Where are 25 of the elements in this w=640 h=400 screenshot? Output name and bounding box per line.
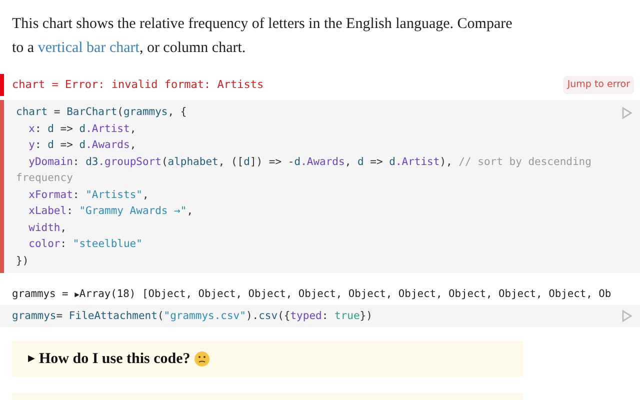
- code-line: x: d => d.Artist,: [28, 122, 136, 136]
- code-line: xLabel: "Grammy Awards →",: [28, 204, 194, 219]
- text-link[interactable]: vertical bar chart: [38, 40, 140, 56]
- code-line: chart = BarChart(grammys, {: [16, 105, 187, 120]
- code-cell[interactable]: grammys= FileAttachment("grammys.csv").csv({typed: true}): [0, 305, 640, 327]
- run-icon[interactable]: [622, 310, 632, 322]
- code-line: frequency: [16, 171, 73, 186]
- run-icon[interactable]: [622, 107, 632, 119]
- expand-toggle[interactable]: ▶: [74, 289, 80, 301]
- code-cell[interactable]: [0, 100, 640, 273]
- details-box[interactable]: ▶ How do I use this code?: [12, 341, 523, 377]
- code-line: y: d => d.Awards,: [28, 138, 136, 153]
- details-summary[interactable]: How do I use this code?: [39, 348, 190, 370]
- output-value: Array(18) [Object, Object, Object, Object, Object, Object, Object, Object, Object, Ob: [79, 287, 612, 302]
- disclosure-triangle[interactable]: ▶: [28, 352, 35, 366]
- code-line: yDomain: d3.groupSort(alphabet, ([d]) => -d.Awards, d => d.Artist), // sort by descending: [28, 154, 592, 170]
- code-line: width,: [28, 220, 67, 236]
- code-line: xFormat: "Artists",: [28, 188, 149, 202]
- code-line: color: "steelblue": [28, 237, 142, 252]
- output-label: grammys =: [12, 287, 70, 302]
- code-line: grammys= FileAttachment("grammys.csv").csv({typed: true}): [12, 309, 372, 323]
- code-line: }): [16, 254, 29, 268]
- error-message: chart = Error: invalid format: Artists: [12, 76, 264, 93]
- intro-paragraph: This chart shows the relative frequency of letters in the English language. Compare to a vertical bar chart, or column chart.: [11, 15, 514, 58]
- jump-to-error-button[interactable]: Jump to error: [563, 76, 634, 94]
